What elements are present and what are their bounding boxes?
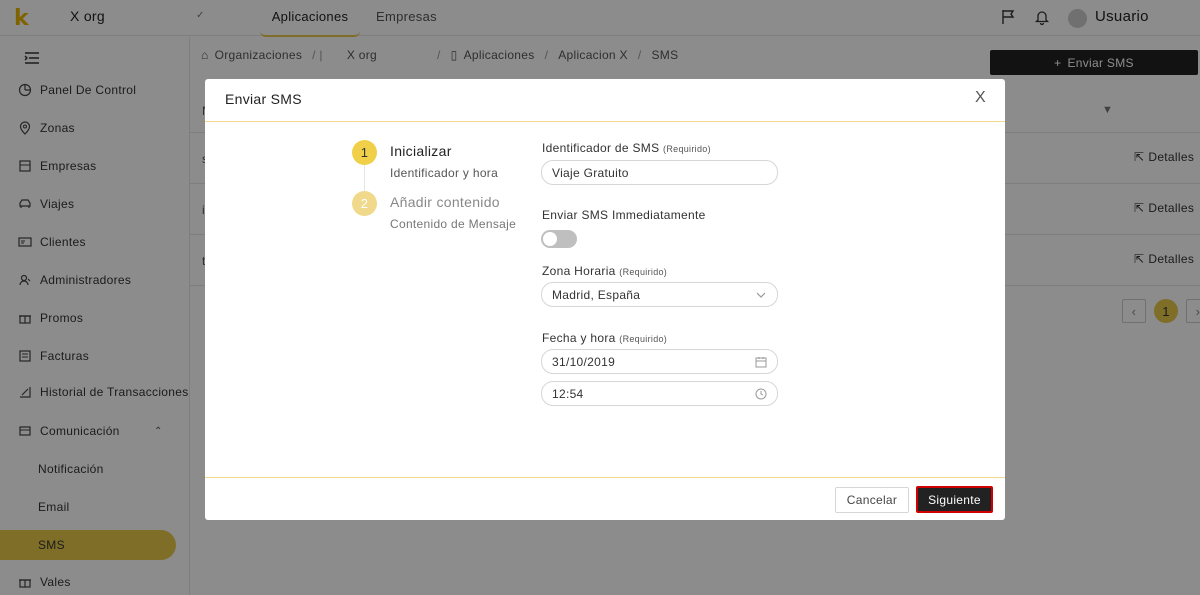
step-1-indicator: 1 <box>352 140 377 165</box>
modal-title: Enviar SMS <box>225 91 302 107</box>
date-input[interactable]: 31/10/2019 <box>541 349 778 374</box>
step-2-indicator: 2 <box>352 191 377 216</box>
clock-icon[interactable] <box>755 388 767 400</box>
timezone-label: Zona Horaria (Requirido) <box>542 264 667 278</box>
step-2-subtitle: Contenido de Mensaje <box>390 217 517 231</box>
calendar-icon[interactable] <box>755 356 767 368</box>
cancel-button[interactable]: Cancelar <box>835 487 909 513</box>
next-button[interactable]: Siguiente <box>916 486 993 513</box>
date-value: 31/10/2019 <box>552 354 616 369</box>
time-value: 12:54 <box>552 386 584 401</box>
required-hint: (Requirido) <box>663 144 711 154</box>
chevron-down-icon <box>755 289 767 301</box>
send-sms-modal: Enviar SMS X 1 2 Inicializar Identificad… <box>205 79 1005 520</box>
timezone-label-text: Zona Horaria <box>542 264 616 278</box>
close-icon[interactable]: X <box>975 89 986 107</box>
sms-id-label-text: Identificador de SMS <box>542 141 660 155</box>
send-now-toggle[interactable] <box>541 230 577 248</box>
send-now-label: Enviar SMS Immediatamente <box>542 208 706 222</box>
datetime-label: Fecha y hora (Requirido) <box>542 331 667 345</box>
time-input[interactable]: 12:54 <box>541 381 778 406</box>
step-1-title: Inicializar <box>390 143 452 159</box>
step-1-subtitle: Identificador y hora <box>390 166 499 180</box>
required-hint: (Requirido) <box>619 334 668 344</box>
sms-id-input[interactable]: Viaje Gratuito <box>541 160 778 185</box>
datetime-label-text: Fecha y hora <box>542 331 616 345</box>
step-connector <box>364 165 365 191</box>
timezone-select[interactable]: Madrid, España <box>541 282 778 307</box>
step-2-title: Añadir contenido <box>390 194 500 210</box>
toggle-knob <box>543 232 557 246</box>
divider <box>205 121 1005 122</box>
required-hint: (Requirido) <box>619 267 668 277</box>
divider <box>205 477 1005 478</box>
sms-id-label: Identificador de SMS (Requirido) <box>542 141 711 155</box>
timezone-value: Madrid, España <box>552 287 641 302</box>
